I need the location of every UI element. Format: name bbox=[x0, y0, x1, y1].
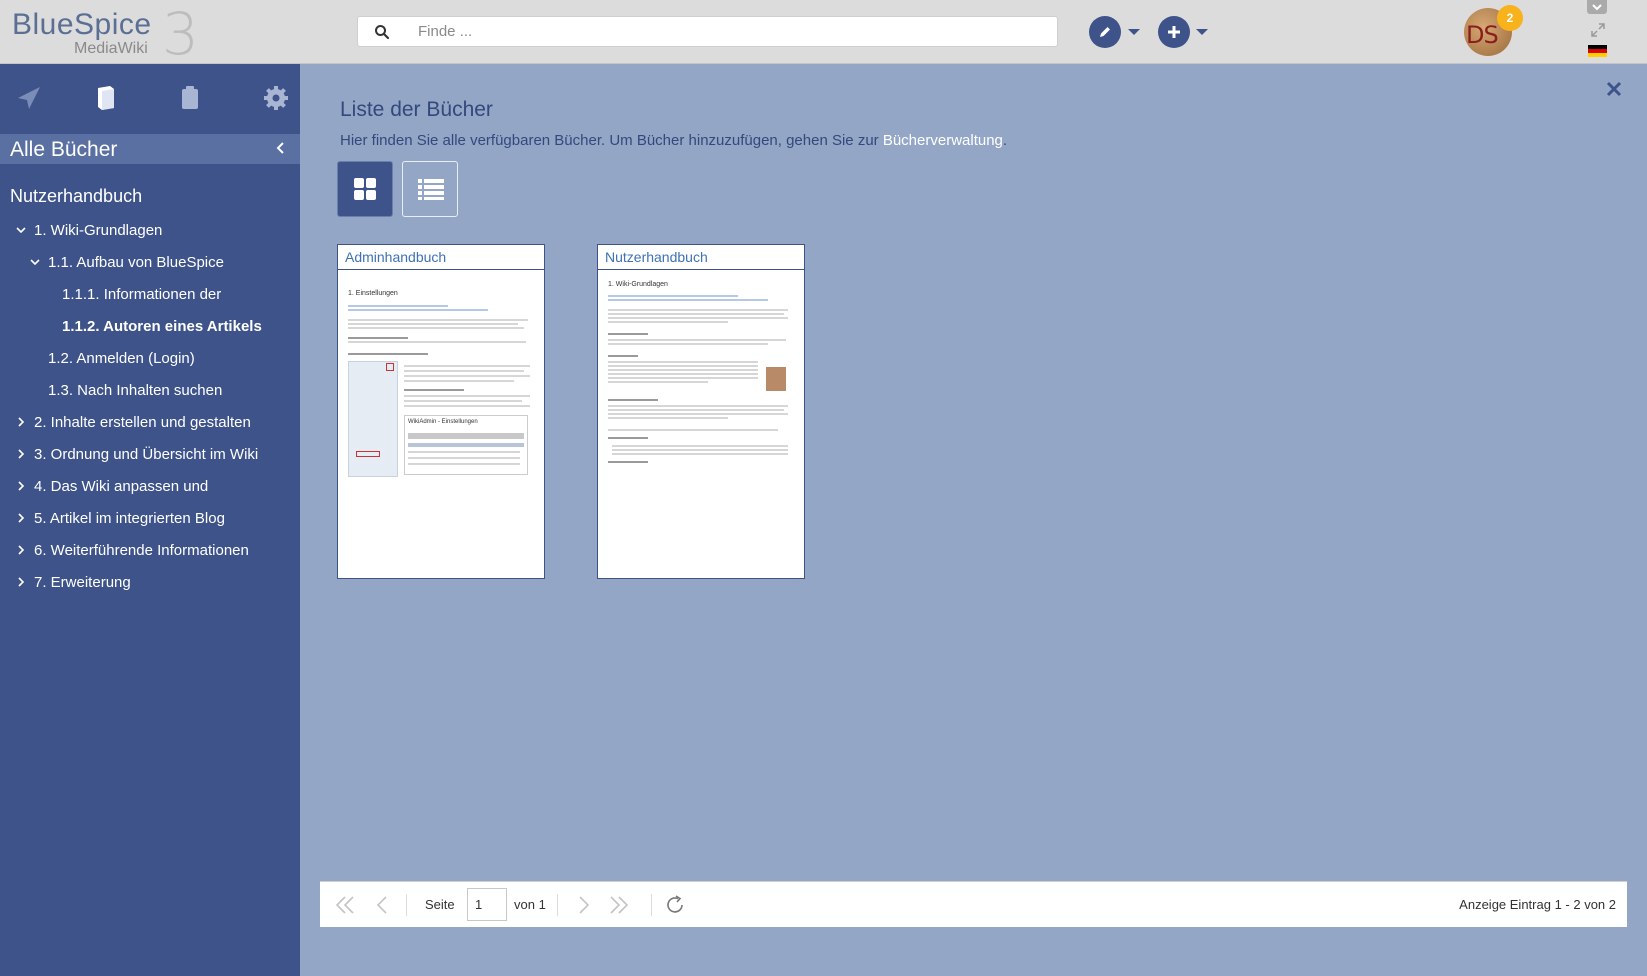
thumb-section: WikiAdmin - Einstellungen bbox=[408, 419, 478, 425]
tree-item-autoren-active[interactable]: 1.1.2. Autoren eines Artikels bbox=[62, 318, 262, 335]
pager-info: Anzeige Eintrag 1 - 2 von 2 bbox=[1459, 897, 1616, 912]
gear-icon[interactable] bbox=[258, 80, 294, 116]
search-icon bbox=[375, 25, 390, 40]
book-card-adminhandbuch[interactable]: Adminhandbuch 1. Einstellungen WikiAdmin… bbox=[337, 244, 545, 579]
portrait-image bbox=[766, 367, 786, 391]
edit-menu-caret-icon[interactable] bbox=[1128, 29, 1140, 35]
book-thumbnail: 1. Einstellungen WikiAdmin - Einstellung… bbox=[346, 275, 536, 477]
logo-brand: BlueSpice bbox=[12, 8, 152, 41]
fullscreen-icon[interactable] bbox=[1590, 22, 1606, 38]
language-flag-icon[interactable] bbox=[1588, 45, 1607, 57]
tree-item-anmelden[interactable]: 1.2. Anmelden (Login) bbox=[48, 350, 195, 367]
tree-item-label: 1.1.2. Autoren eines Artikels bbox=[62, 318, 262, 335]
create-menu-caret-icon[interactable] bbox=[1196, 29, 1208, 35]
tree-item-label: 1.1.1. Informationen der bbox=[62, 286, 222, 303]
tree-item-ordnung[interactable]: 3. Ordnung und Übersicht im Wiki bbox=[16, 446, 258, 463]
book-title[interactable]: Nutzerhandbuch bbox=[10, 186, 142, 207]
avatar-initials: DS bbox=[1466, 21, 1499, 49]
navigation-arrow-icon[interactable] bbox=[10, 80, 46, 116]
next-page-icon[interactable] bbox=[572, 894, 594, 916]
chevron-right-icon[interactable] bbox=[16, 513, 26, 523]
tree-item-label: 6. Weiterführende Informationen bbox=[34, 542, 249, 559]
page-number-input[interactable] bbox=[467, 888, 507, 921]
bluespice-logo[interactable]: BlueSpice MediaWiki 3 bbox=[12, 0, 202, 68]
pager-separator bbox=[651, 894, 652, 916]
chevron-right-icon[interactable] bbox=[16, 577, 26, 587]
chevron-down-icon[interactable] bbox=[16, 225, 26, 235]
sidebar: Alle Bücher Nutzerhandbuch 1. Wiki-Grund… bbox=[0, 64, 300, 976]
book-thumbnail: 1. Wiki-Grundlagen bbox=[606, 275, 796, 475]
tree-item-label: 3. Ordnung und Übersicht im Wiki bbox=[34, 446, 259, 463]
thumb-heading: 1. Einstellungen bbox=[348, 290, 398, 297]
description-text: Hier finden Sie alle verfügbaren Bücher.… bbox=[340, 132, 883, 149]
tree-item-wiki-grundlagen[interactable]: 1. Wiki-Grundlagen bbox=[16, 222, 162, 239]
chevron-down-icon[interactable] bbox=[30, 257, 40, 267]
book-card-nutzerhandbuch[interactable]: Nutzerhandbuch 1. Wiki-Grundlagen bbox=[597, 244, 805, 579]
logo-version: 3 bbox=[162, 0, 199, 68]
create-button[interactable] bbox=[1158, 16, 1190, 48]
page-description: Hier finden Sie alle verfügbaren Bücher.… bbox=[340, 132, 1007, 149]
search-input[interactable] bbox=[418, 17, 1038, 46]
pager-separator bbox=[557, 894, 558, 916]
clipboard-icon[interactable] bbox=[172, 80, 208, 116]
last-page-icon[interactable] bbox=[608, 894, 630, 916]
tree-item-label: 4. Das Wiki anpassen und bbox=[34, 478, 209, 495]
tree-item-inhalte-erstellen[interactable]: 2. Inhalte erstellen und gestalten bbox=[16, 414, 251, 431]
tree-item-label: 1.1. Aufbau von BlueSpice bbox=[48, 254, 224, 271]
tree-item-label: 5. Artikel im integrierten Blog bbox=[34, 510, 225, 527]
toggle-header-button[interactable] bbox=[1587, 0, 1607, 14]
first-page-icon[interactable] bbox=[334, 894, 356, 916]
book-card-title[interactable]: Nutzerhandbuch bbox=[598, 245, 804, 270]
edit-button[interactable] bbox=[1089, 16, 1121, 48]
plus-icon bbox=[1168, 26, 1180, 38]
tree-item-label: 1.2. Anmelden (Login) bbox=[48, 350, 195, 367]
close-icon[interactable] bbox=[1605, 80, 1623, 98]
tree-item-label: 2. Inhalte erstellen und gestalten bbox=[34, 414, 251, 431]
sidebar-header-title: Alle Bücher bbox=[10, 138, 118, 161]
page-title: Liste der Bücher bbox=[340, 98, 493, 121]
tree-item-label: 1. Wiki-Grundlagen bbox=[34, 222, 163, 239]
chevron-right-icon[interactable] bbox=[16, 545, 26, 555]
list-view-button[interactable] bbox=[402, 161, 458, 217]
tree-item-label: 1.3. Nach Inhalten suchen bbox=[48, 382, 223, 399]
top-bar: BlueSpice MediaWiki 3 DS 2 bbox=[0, 0, 1647, 68]
book-manager-link[interactable]: Bücherverwaltung bbox=[883, 132, 1003, 149]
pencil-icon bbox=[1100, 27, 1110, 37]
search-bar[interactable] bbox=[357, 16, 1058, 47]
list-icon bbox=[418, 179, 444, 200]
tree-item-anpassen[interactable]: 4. Das Wiki anpassen und bbox=[16, 478, 208, 495]
pager-separator bbox=[406, 894, 407, 916]
tree-item-blog[interactable]: 5. Artikel im integrierten Blog bbox=[16, 510, 225, 527]
tree-item-label: 7. Erweiterung bbox=[34, 574, 131, 591]
page-total-label: von 1 bbox=[514, 897, 546, 912]
previous-page-icon[interactable] bbox=[372, 894, 394, 916]
notification-badge[interactable]: 2 bbox=[1497, 5, 1523, 31]
page-label: Seite bbox=[425, 897, 455, 912]
tree-item-erweiterung[interactable]: 7. Erweiterung bbox=[16, 574, 131, 591]
tree-item-informationen[interactable]: 1.1.1. Informationen der bbox=[62, 286, 221, 303]
sidebar-header: Alle Bücher bbox=[0, 134, 300, 164]
chevron-right-icon[interactable] bbox=[16, 417, 26, 427]
refresh-icon[interactable] bbox=[664, 894, 686, 916]
chevron-down-icon bbox=[1592, 4, 1602, 11]
book-card-title[interactable]: Adminhandbuch bbox=[338, 245, 544, 270]
collapse-chevron-left-icon[interactable] bbox=[272, 140, 288, 156]
pagination-toolbar: Seite von 1 Anzeige Eintrag 1 - 2 von 2 bbox=[320, 881, 1627, 927]
tree-item-suchen[interactable]: 1.3. Nach Inhalten suchen bbox=[48, 382, 222, 399]
chevron-right-icon[interactable] bbox=[16, 449, 26, 459]
tree-item-aufbau[interactable]: 1.1. Aufbau von BlueSpice bbox=[30, 254, 224, 271]
sidebar-tabs bbox=[0, 64, 300, 134]
grid-view-button[interactable] bbox=[337, 161, 393, 217]
book-icon[interactable] bbox=[88, 80, 124, 116]
tree-item-weiterfuehrende[interactable]: 6. Weiterführende Informationen bbox=[16, 542, 249, 559]
grid-icon bbox=[354, 178, 376, 200]
logo-sub: MediaWiki bbox=[74, 40, 148, 57]
description-end: . bbox=[1002, 132, 1008, 149]
thumb-heading: 1. Wiki-Grundlagen bbox=[608, 281, 668, 288]
chevron-right-icon[interactable] bbox=[16, 481, 26, 491]
